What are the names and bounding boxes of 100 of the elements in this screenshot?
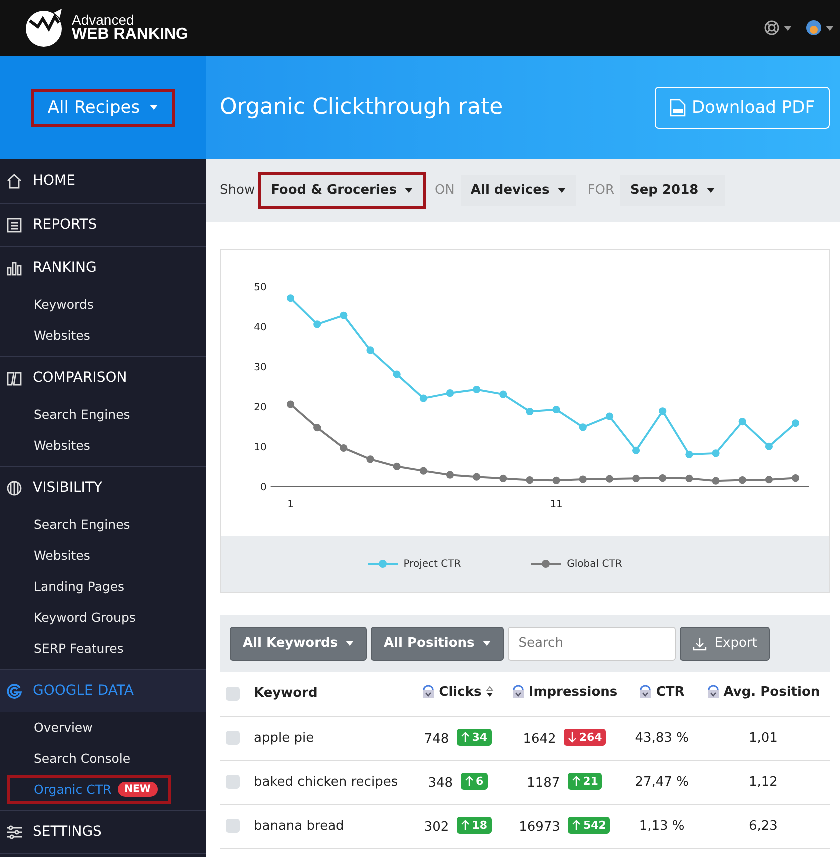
data-point — [393, 370, 401, 378]
ctr-cell: 1,13 % — [639, 818, 685, 834]
sidebar-item[interactable]: SERP Features — [10, 637, 134, 660]
data-point — [393, 462, 401, 470]
legend-marker-icon — [368, 559, 398, 569]
y-tick-label: 20 — [254, 402, 267, 414]
checkbox[interactable] — [226, 730, 240, 745]
data-point — [712, 450, 720, 458]
sidebar-section[interactable]: GOOGLE DATA — [0, 670, 206, 712]
column-header: Clicks — [439, 684, 482, 700]
export-button[interactable]: Export — [680, 626, 770, 660]
data-point — [446, 471, 454, 479]
position-cell: 6,23 — [748, 818, 778, 834]
data-point — [286, 400, 295, 408]
filter-label: ON — [434, 183, 455, 198]
legend-label: Project CTR — [404, 558, 462, 570]
sidebar-item[interactable]: Keywords — [10, 293, 104, 316]
change-badge: 264 — [564, 729, 606, 746]
sidebar-item[interactable]: Websites — [10, 434, 100, 457]
x-tick-label: 1 — [288, 500, 294, 511]
page-title: Organic Clickthrough rate — [220, 95, 504, 120]
home-icon — [6, 172, 23, 190]
data-point — [366, 346, 374, 354]
sidebar-item[interactable]: Search Engines — [10, 513, 140, 536]
data-point — [314, 424, 322, 432]
caret-icon — [784, 26, 792, 30]
download-icon — [692, 636, 707, 650]
globe-icon — [6, 480, 23, 496]
arrow-up-icon — [465, 776, 474, 787]
ctr-cell: 27,47 % — [635, 774, 689, 790]
sidebar-section[interactable]: REPORTS — [0, 204, 206, 246]
data-point — [712, 477, 720, 485]
sliders-icon — [6, 824, 23, 840]
caret-icon — [558, 188, 566, 193]
data-point — [473, 473, 481, 481]
filter-label: Show — [220, 183, 256, 198]
sidebar-section[interactable]: VISIBILITY — [0, 467, 206, 509]
sidebar-item[interactable]: Landing Pages — [10, 575, 135, 598]
filter-dropdown[interactable]: All devices — [460, 175, 576, 206]
checkbox[interactable] — [226, 774, 240, 789]
y-tick-label: 10 — [254, 442, 267, 454]
sidebar-item[interactable]: Organic CTR NEW — [10, 778, 168, 801]
caret-icon — [150, 105, 158, 110]
data-point — [738, 476, 746, 484]
data-point — [632, 474, 640, 482]
new-badge: NEW — [118, 782, 158, 797]
sidebar-section[interactable]: RANKING — [0, 247, 206, 289]
search-field[interactable]: Search — [508, 626, 676, 660]
change-badge: 18 — [457, 817, 492, 834]
position-cell: 1,12 — [748, 774, 778, 790]
checkbox[interactable] — [226, 686, 240, 701]
data-point — [340, 444, 348, 452]
caret-icon — [482, 641, 491, 646]
arrow-up-icon — [572, 776, 582, 787]
data-point — [686, 450, 694, 458]
number-cell: 302 — [424, 820, 450, 835]
y-tick-label: 30 — [254, 362, 267, 374]
sidebar-item[interactable]: Keyword Groups — [10, 606, 146, 629]
keyword-cell: apple pie — [254, 730, 314, 746]
sidebar-item[interactable]: Search Engines — [10, 403, 140, 426]
arrow-up-icon — [461, 732, 470, 743]
data-point — [579, 476, 587, 484]
data-point — [765, 476, 773, 484]
change-badge: 34 — [457, 729, 492, 746]
sidebar-item[interactable]: Websites — [10, 324, 100, 347]
filter-dropdown[interactable]: All Keywords — [230, 626, 368, 660]
data-point — [446, 390, 454, 398]
sidebar-item[interactable]: Overview — [10, 716, 103, 739]
data-point — [659, 408, 667, 416]
data-point — [552, 406, 560, 414]
legend-label: Global CTR — [567, 558, 622, 570]
sidebar-item[interactable]: Search Console — [10, 747, 141, 770]
filter-dropdown[interactable]: All Positions — [371, 626, 504, 660]
number-cell: 16973 — [519, 820, 560, 835]
pdf-file-icon — [670, 98, 686, 116]
sidebar-item[interactable]: Websites — [10, 544, 100, 567]
sidebar-section[interactable]: SETTINGS — [0, 811, 206, 853]
arrow-up-icon — [572, 820, 582, 831]
sidebar-section[interactable]: COMPARISON — [0, 357, 206, 399]
data-point — [738, 418, 746, 426]
ctr-cell: 43,83 % — [635, 730, 689, 746]
data-point — [552, 476, 560, 484]
checkbox[interactable] — [226, 818, 240, 833]
sidebar-section[interactable]: HOME — [0, 159, 206, 203]
filter-dropdown[interactable]: Sep 2018 — [620, 175, 725, 206]
data-point — [340, 312, 348, 320]
number-cell: 348 — [428, 776, 454, 791]
column-header: Impressions — [528, 684, 618, 700]
filter-dropdown[interactable]: Food & Groceries — [261, 175, 423, 206]
data-point — [366, 456, 374, 464]
logo-text: WEB RANKING — [72, 27, 188, 43]
y-tick-label: 0 — [260, 482, 267, 494]
data-point — [606, 475, 614, 483]
x-tick-label: 11 — [550, 500, 563, 511]
change-badge: 6 — [461, 773, 488, 790]
avatar-icon[interactable] — [806, 20, 822, 36]
y-tick-label: 50 — [254, 282, 267, 294]
filter-label: FOR — [588, 183, 614, 198]
lifebuoy-icon[interactable] — [764, 20, 780, 36]
sort-icon[interactable] — [486, 686, 494, 698]
